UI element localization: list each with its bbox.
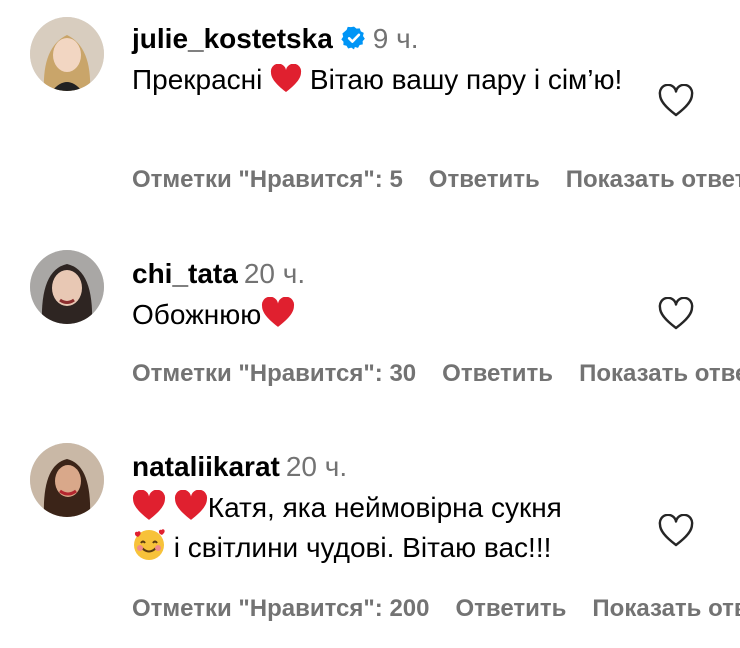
comment-actions: Отметки "Нравится": 30 Ответить Показать о… [132,360,740,388]
comment-text: Обожнюю [132,295,680,335]
avatar[interactable] [30,443,104,517]
likes-count[interactable]: Отметки "Нравится": 5 [132,166,403,193]
red-heart-emoji [262,297,295,327]
verified-badge-icon [341,26,365,50]
red-heart-emoji [133,490,165,520]
likes-count[interactable]: Отметки "Нравится": 200 [132,595,430,622]
comment-header: nataliikarat 20 ч. [132,450,680,484]
comment-header: julie_kostetska 9 ч. [132,22,680,56]
comment-actions: Отметки "Нравится": 5 Ответить Показать от… [132,166,740,194]
comment-text-part: Катя, яка неймовірна сукня [207,492,562,523]
red-heart-emoji [174,490,207,520]
reply-button[interactable]: Ответить [456,595,567,622]
heart-outline-icon[interactable] [658,84,694,118]
comment-text-part: Вітаю вашу пару і сім’ю! [309,64,623,95]
comment-time: 20 ч. [243,258,306,289]
heart-outline-icon[interactable] [658,297,694,331]
username[interactable]: chi_tata [132,258,238,289]
comment-text-part: Прекрасні [132,64,263,95]
reply-button[interactable]: Ответить [429,166,540,193]
comment-item: julie_kostetska 9 ч. Прекрасні Вітаю вашу… [0,0,740,215]
comment-item: chi_tata 20 ч. Обожнюю Отметки "Нравится"… [0,215,740,425]
comment-text-part: Обожнюю [132,299,262,330]
username[interactable]: nataliikarat [132,451,280,482]
show-replies-button[interactable]: Показать ответы [579,360,740,387]
red-heart-emoji [271,64,302,92]
comment-item: nataliikarat 20 ч. Катя, яка неймовірна с… [0,425,740,648]
show-replies-button[interactable]: Показать ответы [566,166,740,193]
comment-time: 20 ч. [285,451,348,482]
show-replies-button[interactable]: Показать ответы [592,595,740,622]
comment-text: Катя, яка неймовірна сукня і світлини чу… [132,488,680,568]
comment-text-part: і світлини чудові. Вітаю вас!!! [173,532,552,563]
comment-text: Прекрасні Вітаю вашу пару і сім’ю! [132,60,680,100]
avatar[interactable] [30,17,104,91]
comment-header: chi_tata 20 ч. [132,257,680,291]
likes-count[interactable]: Отметки "Нравится": 30 [132,360,416,387]
heart-outline-icon[interactable] [658,514,694,548]
username[interactable]: julie_kostetska [132,23,333,54]
comment-time: 9 ч. [372,23,419,54]
reply-button[interactable]: Ответить [442,360,553,387]
comment-actions: Отметки "Нравится": 200 Ответить Показать … [132,595,740,623]
smiling-face-with-hearts-emoji [134,529,165,560]
avatar[interactable] [30,250,104,324]
